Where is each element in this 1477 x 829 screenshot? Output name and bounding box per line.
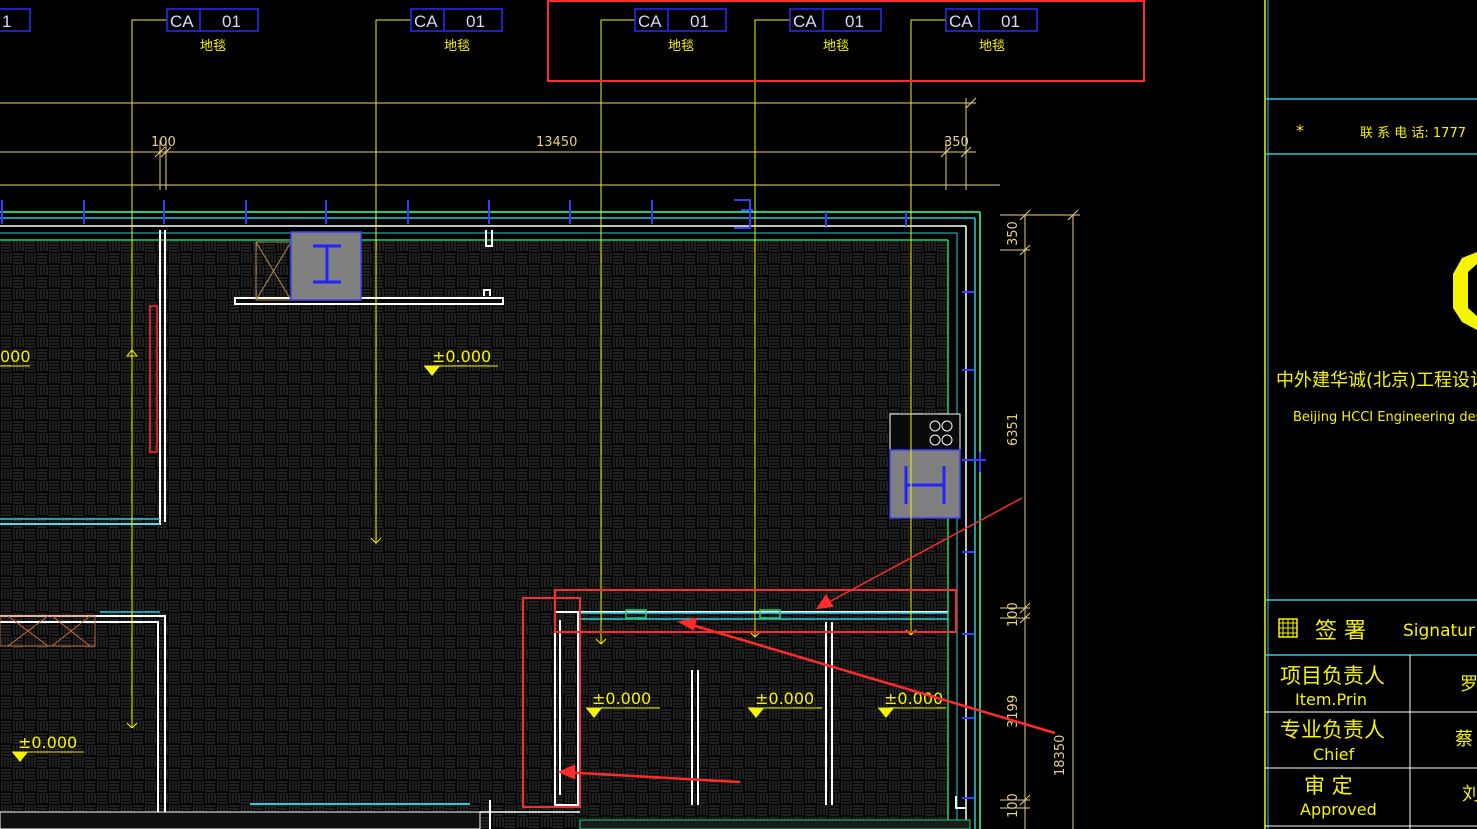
company-name-cn: 中外建华诚(北京)工程设计咨询 <box>1276 370 1477 391</box>
sig-row-item-principal: 项目负责人 Item.Prin 罗 <box>1280 664 1477 709</box>
material-tag: CA 01 地毯 <box>166 8 259 54</box>
sig-name: 蔡 <box>1455 729 1473 750</box>
sig-name: 刘 <box>1462 784 1477 805</box>
sig-role-en: Approved <box>1300 800 1377 819</box>
material-tag: CA 01 地毯 <box>945 8 1038 54</box>
material-tag-number: 01 <box>222 12 241 31</box>
material-tag-number: 01 <box>845 12 864 31</box>
material-tag-number: 01 <box>690 12 709 31</box>
elevation-marker-partial: 000 <box>0 347 31 367</box>
material-tag: CA 01 地毯 <box>634 8 727 54</box>
material-tag-label: 地毯 <box>979 39 1005 54</box>
dim-top-right: 350 <box>944 135 969 150</box>
cad-drawing-canvas[interactable]: CA 01 地毯 CA 01 地毯 CA 01 地毯 CA 01 地毯 CA 01 地毯 1 100 134… <box>0 0 1477 829</box>
dim-right-100b: 100 <box>1006 793 1021 818</box>
elevator-shaft-right <box>889 413 961 519</box>
material-tags: CA 01 地毯 CA 01 地毯 CA 01 地毯 CA 01 地毯 CA 01 地毯 <box>166 8 1038 54</box>
elevation-label-partial: 000 <box>0 347 31 366</box>
material-tag-partial: 1 <box>0 8 31 32</box>
dim-right-6351: 6351 <box>1006 413 1021 446</box>
phone-star: * <box>1296 121 1304 140</box>
phone-label: 联 系 电 话: 1777 <box>1360 126 1466 141</box>
material-tag-label: 地毯 <box>823 39 849 54</box>
material-tag-number: 01 <box>1001 12 1020 31</box>
material-tag-code: CA <box>638 12 662 31</box>
material-tag-label: 地毯 <box>200 39 226 54</box>
material-tag-code: CA <box>949 12 973 31</box>
floor-hatch <box>0 240 948 829</box>
material-tag-label: 地毯 <box>444 39 470 54</box>
signature-header-en: Signatur <box>1403 621 1475 641</box>
elevation-label: ±0.000 <box>432 347 491 366</box>
sig-name: 罗 <box>1460 674 1477 695</box>
dim-right-100a: 100 <box>1006 602 1021 627</box>
material-tag-code: CA <box>414 12 438 31</box>
sig-row-approved: 审 定 Approved 刘 <box>1300 774 1477 819</box>
material-tag-code: CA <box>170 12 194 31</box>
elevation-label: ±0.000 <box>18 733 77 752</box>
sig-role-cn: 审 定 <box>1304 774 1353 798</box>
dim-top-middle: 13450 <box>536 135 577 150</box>
dim-right-350: 350 <box>1006 221 1021 246</box>
elevation-label: ±0.000 <box>755 689 814 708</box>
company-logo <box>1453 252 1477 330</box>
material-tag-code: CA <box>793 12 817 31</box>
dimension-labels-top: 100 13450 350 <box>151 135 969 150</box>
material-tag: CA 01 地毯 <box>789 8 882 54</box>
dim-top-left: 100 <box>151 135 176 150</box>
dim-right-total: 18350 <box>1053 735 1068 776</box>
sig-role-en: Chief <box>1313 745 1355 764</box>
signature-header: 签 署 <box>1315 619 1366 644</box>
sig-role-cn: 项目负责人 <box>1280 664 1385 688</box>
company-name-en: Beijing HCCI Engineering des <box>1293 410 1477 425</box>
sig-role-en: Item.Prin <box>1295 690 1367 709</box>
material-tag: CA 01 地毯 <box>410 8 503 54</box>
signature-icon <box>1278 618 1298 638</box>
sig-row-chief: 专业负责人 Chief 蔡 <box>1280 718 1473 764</box>
elevation-label: ±0.000 <box>592 689 651 708</box>
material-tag-number: 01 <box>466 12 485 31</box>
wall-studs-top <box>1 199 907 229</box>
partial-tag-number: 1 <box>2 12 11 31</box>
title-block: * 联 系 电 话: 1777 中外建华诚(北京)工程设计咨询 Beijing … <box>1264 0 1477 829</box>
dimension-lines-right <box>1000 209 1080 829</box>
material-tag-label: 地毯 <box>668 39 694 54</box>
sig-role-cn: 专业负责人 <box>1280 718 1385 742</box>
dimension-lines-top <box>0 97 1000 190</box>
